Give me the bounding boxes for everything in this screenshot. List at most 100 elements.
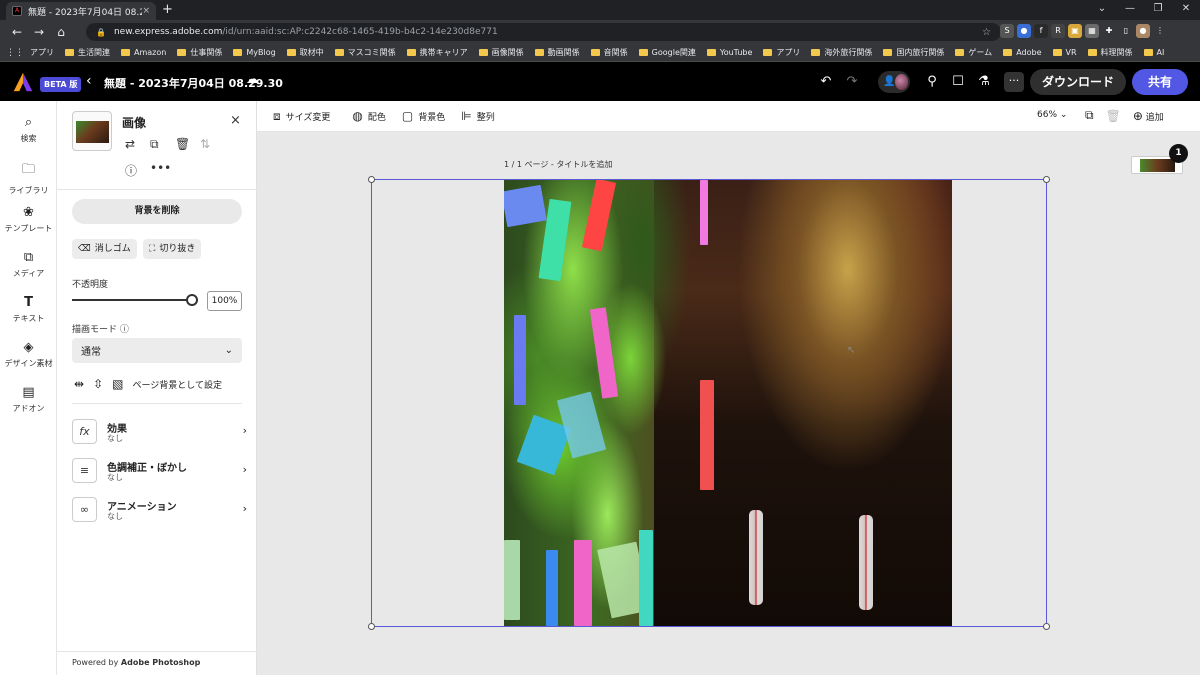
resize-handle-top-left[interactable]	[368, 176, 375, 183]
bookmark-item[interactable]: 仕事関係	[177, 47, 222, 58]
background-color-button[interactable]: ▢ 背景色	[402, 109, 445, 123]
bookmark-item[interactable]: マスコミ関係	[334, 47, 396, 58]
resize-handle-bottom-right[interactable]	[1043, 623, 1050, 630]
bookmark-item[interactable]: 国内旅行関係	[883, 47, 944, 58]
bookmark-item[interactable]: Adobe	[1003, 48, 1042, 57]
extension-s-icon[interactable]: S	[1000, 24, 1014, 38]
home-icon[interactable]: ⌂	[50, 25, 72, 39]
resize-button[interactable]: ⧈ サイズ変更	[273, 109, 330, 124]
tab-search-icon[interactable]: ⌄	[1088, 0, 1116, 20]
rail-item-design-assets[interactable]: ◈ デザイン素材	[0, 340, 57, 369]
bookmark-item[interactable]: ゲーム	[955, 47, 992, 58]
rail-item-library[interactable]: 🗀 ライブラリ	[0, 160, 57, 196]
opacity-label: 不透明度	[72, 280, 109, 290]
adjustments-row[interactable]: ≡ 色調補正・ぼかし なし ›	[72, 458, 247, 486]
bookmark-item[interactable]: 海外旅行関係	[811, 47, 872, 58]
page-title-label[interactable]: 1 / 1 ページ - タイトルを追加	[504, 159, 612, 170]
color-scheme-button[interactable]: ◍ 配色	[352, 109, 386, 123]
duplicate-icon[interactable]: ⧉	[150, 137, 159, 152]
bookmark-item[interactable]: アプリ	[763, 47, 800, 58]
rail-item-templates[interactable]: ❀ テンプレート	[0, 205, 57, 234]
info-icon[interactable]: ⓘ	[125, 162, 137, 179]
sidebar-icon[interactable]: ▯	[1119, 24, 1133, 38]
blend-info-icon[interactable]: ⓘ	[120, 325, 129, 335]
rail-item-media[interactable]: ⧉ メディア	[0, 250, 57, 279]
align-button[interactable]: ⊫ 整列	[461, 109, 494, 123]
pages-icon[interactable]: ⧉	[1085, 108, 1094, 123]
redo-icon[interactable]: ↷	[840, 74, 864, 89]
flip-horizontal-icon[interactable]: ⇹	[74, 377, 84, 391]
extension-grid-icon[interactable]: ▦	[1085, 24, 1099, 38]
flask-icon[interactable]: ⚗	[972, 74, 996, 89]
bookmark-item[interactable]: 画像関係	[478, 47, 524, 58]
adobe-express-logo-icon[interactable]	[12, 71, 34, 93]
bookmark-item[interactable]: MyBlog	[233, 48, 276, 57]
replace-icon[interactable]: ⇄	[125, 137, 135, 151]
extension-yellow-icon[interactable]: ▣	[1068, 24, 1082, 38]
collaborator-avatar[interactable]: 👤	[877, 70, 910, 93]
panel-close-icon[interactable]: ×	[230, 113, 241, 128]
bookmark-item[interactable]: Google関連	[638, 47, 696, 58]
back-chevron-icon[interactable]: ‹	[86, 73, 92, 89]
extension-f-icon[interactable]: f	[1034, 24, 1048, 38]
zoom-select[interactable]: 66% ⌄	[1037, 110, 1067, 120]
comment-icon[interactable]: ☐	[946, 74, 970, 89]
maximize-icon[interactable]: ❐	[1144, 0, 1172, 20]
bookmark-item[interactable]: 料理関係	[1087, 47, 1133, 58]
trash-icon[interactable]: 🗑	[175, 137, 190, 151]
window-close-icon[interactable]: ✕	[1172, 0, 1200, 20]
more-options-button[interactable]: ···	[1003, 71, 1024, 92]
bookmark-star-icon[interactable]: ☆	[982, 27, 991, 38]
bookmark-item[interactable]: アプリ	[30, 47, 54, 58]
bookmark-item[interactable]: Amazon	[121, 48, 166, 57]
new-tab-icon[interactable]: +	[162, 2, 173, 17]
location-pin-icon[interactable]: ⚲	[920, 74, 944, 89]
forward-arrow-icon[interactable]: →	[28, 25, 50, 39]
opacity-value-input[interactable]: 100%	[207, 291, 242, 311]
animation-row[interactable]: ∞ アニメーション なし ›	[72, 497, 247, 525]
profile-icon[interactable]: ●	[1136, 24, 1150, 38]
eraser-button[interactable]: ⌫ 消しゴム	[72, 239, 137, 259]
set-page-background-button[interactable]: ページ背景として設定	[132, 378, 222, 391]
set-background-icon[interactable]: ▧	[112, 377, 123, 391]
bookmark-item[interactable]: 取材中	[286, 47, 324, 58]
delete-page-icon[interactable]: 🗑	[1106, 109, 1121, 123]
bookmark-item[interactable]: YouTube	[706, 48, 752, 57]
browser-tab[interactable]: A 無題 - 2023年7月04日 08.29.30 ×	[6, 2, 156, 20]
browser-menu-icon[interactable]: ⋮	[1153, 24, 1167, 38]
blend-mode-select[interactable]: 通常 ⌄	[72, 338, 242, 363]
selection-box[interactable]	[371, 179, 1047, 627]
extension-blue-icon[interactable]: ●	[1017, 24, 1031, 38]
rail-item-text[interactable]: T テキスト	[0, 295, 57, 324]
url-input[interactable]: 🔒 new.express.adobe.com/id/urn:aaid:sc:A…	[86, 23, 1001, 41]
opacity-slider-track[interactable]	[72, 299, 192, 301]
tab-close-icon[interactable]: ×	[142, 6, 150, 16]
rail-item-search[interactable]: ⌕ 検索	[0, 115, 57, 144]
share-button[interactable]: 共有	[1132, 68, 1188, 95]
download-button[interactable]: ダウンロード	[1029, 68, 1126, 95]
add-page-button[interactable]: ⊕ 追加	[1133, 109, 1164, 123]
bookmark-item[interactable]: 動画関係	[534, 47, 580, 58]
bookmark-item[interactable]: VR	[1052, 48, 1077, 57]
arrange-icon[interactable]: ⇅	[200, 137, 210, 151]
crop-button[interactable]: ⛶ 切り抜き	[143, 239, 202, 259]
bookmark-item[interactable]: 音関係	[590, 47, 628, 58]
flip-vertical-icon[interactable]: ⇳	[93, 377, 103, 391]
bookmark-item[interactable]: 携帯キャリア	[406, 47, 468, 58]
more-icon[interactable]: •••	[150, 161, 171, 175]
resize-handle-top-right[interactable]	[1043, 176, 1050, 183]
remove-background-button[interactable]: 背景を削除	[72, 199, 242, 224]
rail-item-addons[interactable]: ▤ アドオン	[0, 385, 57, 414]
effects-row[interactable]: fx 効果 なし ›	[72, 419, 247, 447]
back-arrow-icon[interactable]: ←	[6, 25, 28, 39]
bookmark-item[interactable]: AI	[1143, 48, 1164, 57]
apps-grid-icon[interactable]: ⋮⋮	[6, 48, 24, 58]
undo-icon[interactable]: ↶	[814, 74, 838, 89]
opacity-slider-handle[interactable]	[186, 294, 198, 306]
extension-r-icon[interactable]: R	[1051, 24, 1065, 38]
extensions-puzzle-icon[interactable]: ✚	[1102, 24, 1116, 38]
resize-handle-bottom-left[interactable]	[368, 623, 375, 630]
cloud-sync-icon[interactable]: ☁	[246, 72, 259, 87]
bookmark-item[interactable]: 生活関連	[65, 47, 110, 58]
minimize-icon[interactable]: —	[1116, 0, 1144, 20]
